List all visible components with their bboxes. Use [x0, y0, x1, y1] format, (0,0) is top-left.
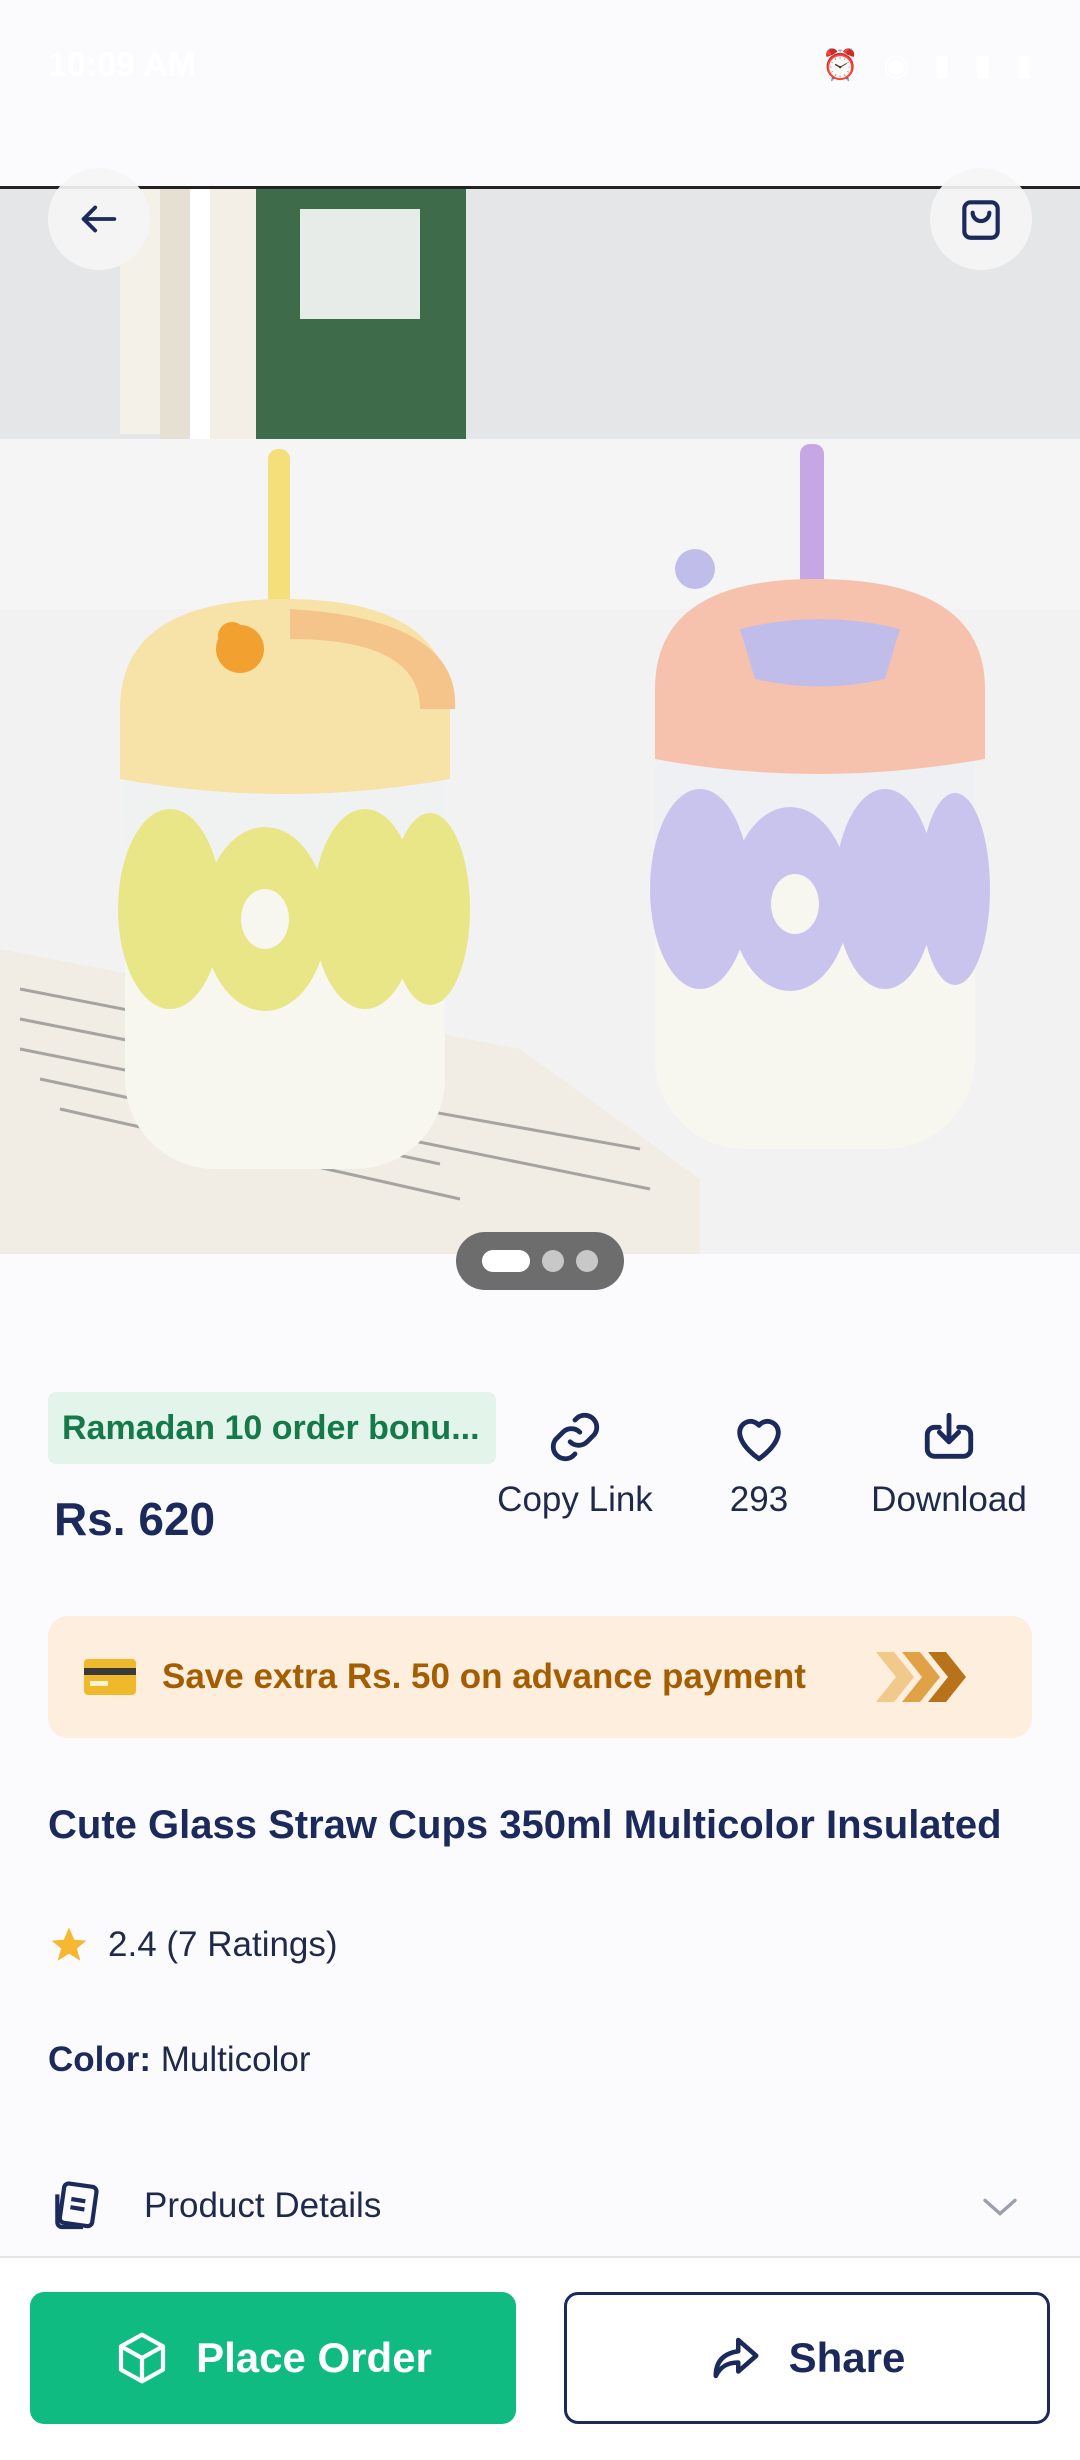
place-order-button[interactable]: Place Order: [30, 2292, 516, 2424]
color-row: Color: Multicolor: [48, 2040, 311, 2080]
like-button[interactable]: 293: [700, 1408, 818, 1520]
star-icon: [51, 1927, 87, 1961]
copy-link-button[interactable]: Copy Link: [492, 1408, 658, 1520]
heart-icon: [737, 1418, 781, 1462]
back-button[interactable]: [48, 168, 150, 270]
product-photo: [0, 189, 1080, 1254]
place-order-label: Place Order: [196, 2334, 432, 2381]
product-image-carousel[interactable]: [0, 189, 1080, 1254]
credit-card-icon: [84, 1659, 136, 1695]
arrow-left-icon: [81, 205, 117, 233]
download-icon: [924, 1412, 974, 1459]
color-value: Multicolor: [160, 2040, 311, 2079]
image-pager[interactable]: [456, 1232, 624, 1290]
copy-link-label: Copy Link: [497, 1480, 653, 1519]
likes-count: 293: [729, 1480, 789, 1519]
pager-dot[interactable]: [576, 1250, 598, 1272]
status-icons: ⏰ ◉ ▮ ▮ ▮: [821, 49, 1040, 82]
advance-payment-text: Save extra Rs. 50 on advance payment: [162, 1657, 806, 1696]
product-price: Rs. 620: [54, 1493, 216, 1545]
download-label: Download: [871, 1480, 1027, 1519]
document-icon: [55, 2181, 99, 2230]
box-icon: [118, 2332, 166, 2384]
pager-dot-active[interactable]: [482, 1250, 530, 1272]
download-button[interactable]: Download: [858, 1408, 1040, 1520]
share-arrow-icon: [713, 2337, 759, 2379]
pager-dot[interactable]: [542, 1250, 564, 1272]
rating-row[interactable]: 2.4 (7 Ratings): [48, 1924, 338, 1966]
shopping-bag-icon: [962, 200, 1000, 240]
advance-payment-banner[interactable]: Save extra Rs. 50 on advance payment: [48, 1616, 1032, 1738]
share-label: Share: [788, 2334, 906, 2381]
bottom-action-bar: Place Order Share: [0, 2256, 1080, 2460]
status-time: 10:09 AM: [48, 46, 197, 84]
rating-text: 2.4 (7 Ratings): [108, 1925, 338, 1964]
color-label: Color:: [48, 2040, 152, 2079]
promo-badge[interactable]: Ramadan 10 order bonu...: [48, 1392, 496, 1464]
triple-chevron-icon: [876, 1652, 966, 1702]
product-details-label: Product Details: [144, 2186, 382, 2225]
product-details-row[interactable]: Product Details: [48, 2170, 1032, 2242]
link-icon: [550, 1412, 600, 1462]
status-bar: 10:09 AM ⏰ ◉ ▮ ▮ ▮: [0, 0, 1080, 189]
product-title: Cute Glass Straw Cups 350ml Multicolor I…: [48, 1803, 1002, 1847]
share-button[interactable]: Share: [564, 2292, 1050, 2424]
cart-button[interactable]: [930, 168, 1032, 270]
chevron-down-icon: [983, 2198, 1017, 2216]
